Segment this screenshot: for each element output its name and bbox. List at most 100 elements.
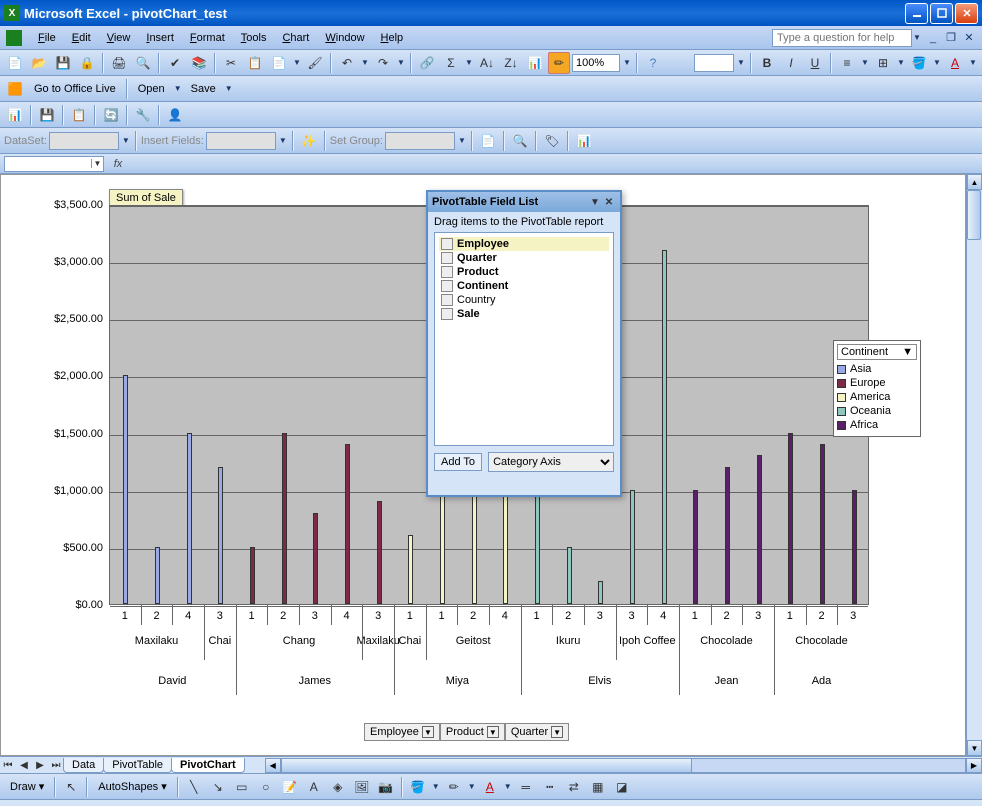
line-style-button[interactable]: ═ [515, 776, 537, 798]
undo-button[interactable]: ↶ [336, 52, 358, 74]
copy-button[interactable]: 📋 [244, 52, 266, 74]
bar[interactable] [535, 490, 540, 604]
field-item-quarter[interactable]: Quarter [439, 251, 609, 265]
bar[interactable] [662, 250, 667, 604]
pv-btn-1[interactable]: 📄 [477, 130, 499, 152]
research-button[interactable]: 📚 [188, 52, 210, 74]
bar[interactable] [345, 444, 350, 604]
line-color-dropdown[interactable]: ▼ [467, 782, 477, 791]
textbox-button[interactable]: 📝 [279, 776, 301, 798]
pv-btn-2[interactable]: 🔍 [509, 130, 531, 152]
menu-view[interactable]: View [99, 29, 139, 47]
custom-btn-6[interactable]: 👤 [164, 104, 186, 126]
name-box[interactable]: ▼ [4, 156, 104, 172]
pv-btn-4[interactable]: 📊 [573, 130, 595, 152]
bar[interactable] [693, 490, 698, 604]
legend-item[interactable]: Europe [837, 377, 917, 389]
olive-open-button[interactable]: Open [132, 83, 171, 95]
font-size-dropdown[interactable]: ▼ [736, 58, 746, 67]
undo-dropdown[interactable]: ▼ [360, 58, 370, 67]
set-group-input[interactable] [385, 132, 455, 150]
underline-button[interactable]: U [804, 52, 826, 74]
hscroll-right[interactable]: ▶ [966, 758, 982, 773]
new-button[interactable]: 📄 [4, 52, 26, 74]
drawing-button[interactable]: ✏ [548, 52, 570, 74]
custom-btn-3[interactable]: 📋 [68, 104, 90, 126]
arrow-style-button[interactable]: ⇄ [563, 776, 585, 798]
bar[interactable] [757, 455, 762, 604]
menu-tools[interactable]: Tools [233, 29, 275, 47]
field-item-employee[interactable]: Employee [439, 237, 609, 251]
field-item-country[interactable]: Country [439, 293, 609, 307]
close-button[interactable] [955, 3, 978, 24]
paste-dropdown[interactable]: ▼ [292, 58, 302, 67]
insert-dropdown[interactable]: ▼ [278, 136, 288, 145]
hscroll-track[interactable] [281, 758, 966, 773]
hyperlink-button[interactable]: 🔗 [416, 52, 438, 74]
bar[interactable] [788, 433, 793, 604]
font-color-button-draw[interactable]: A [479, 776, 501, 798]
drop-field-employee[interactable]: Employee▼ [364, 723, 440, 741]
field-list-box[interactable]: EmployeeQuarterProductContinentCountrySa… [434, 232, 614, 446]
menu-help[interactable]: Help [373, 29, 412, 47]
borders-button[interactable]: ⊞ [872, 52, 894, 74]
maximize-button[interactable] [930, 3, 953, 24]
bar[interactable] [155, 547, 160, 604]
bar[interactable] [313, 513, 318, 604]
bar[interactable] [123, 375, 128, 604]
insert-fields-input[interactable] [206, 132, 276, 150]
field-item-continent[interactable]: Continent [439, 279, 609, 293]
menu-insert[interactable]: Insert [138, 29, 182, 47]
name-box-dropdown-icon[interactable]: ▼ [91, 159, 103, 168]
fill-color-button-draw[interactable]: 🪣 [407, 776, 429, 798]
sheet-tab-pivottable[interactable]: PivotTable [103, 758, 172, 773]
fill-color-button[interactable]: 🪣 [908, 52, 930, 74]
spelling-button[interactable]: ✔ [164, 52, 186, 74]
bar[interactable] [725, 467, 730, 604]
mdi-restore-button[interactable]: ❐ [944, 31, 958, 45]
field-list-header[interactable]: PivotTable Field List ▼ ✕ [428, 192, 620, 212]
field-list-close-icon[interactable]: ✕ [602, 195, 616, 209]
wordart-button[interactable]: A [303, 776, 325, 798]
drop-field-product[interactable]: Product▼ [440, 723, 505, 741]
zoom-input[interactable] [572, 54, 620, 72]
help-dropdown-icon[interactable]: ▼ [912, 33, 922, 42]
autosum-dropdown[interactable]: ▼ [464, 58, 474, 67]
drop-field-arrow-icon[interactable]: ▼ [422, 726, 434, 738]
legend-item[interactable]: Africa [837, 419, 917, 431]
bar[interactable] [503, 490, 508, 604]
field-list-options-icon[interactable]: ▼ [588, 195, 602, 209]
custom-btn-1[interactable]: 📊 [4, 104, 26, 126]
tab-nav-next[interactable]: ▶ [32, 757, 48, 773]
bar[interactable] [218, 467, 223, 604]
mdi-minimize-button[interactable]: _ [926, 31, 940, 45]
menu-edit[interactable]: Edit [64, 29, 99, 47]
picture-button[interactable]: 📷 [375, 776, 397, 798]
font-size-input[interactable] [694, 54, 734, 72]
dataset-dropdown[interactable]: ▼ [121, 136, 131, 145]
bar[interactable] [377, 501, 382, 604]
sort-asc-button[interactable]: A↓ [476, 52, 498, 74]
add-to-button[interactable]: Add To [434, 453, 482, 471]
hscroll-left[interactable]: ◀ [265, 758, 281, 773]
olive-save-dropdown[interactable]: ▼ [224, 84, 234, 93]
menu-window[interactable]: Window [317, 29, 372, 47]
legend-title-row[interactable]: Continent ▼ [837, 344, 917, 360]
clipart-button[interactable]: 🖼 [351, 776, 373, 798]
draw-menu[interactable]: Draw ▾ [4, 780, 50, 793]
bar[interactable] [250, 547, 255, 604]
help-button[interactable]: ? [642, 52, 664, 74]
help-search-input[interactable] [772, 29, 912, 47]
fill-dropdown[interactable]: ▼ [932, 58, 942, 67]
chart-wizard-button[interactable]: 📊 [524, 52, 546, 74]
olive-save-button[interactable]: Save [185, 83, 222, 95]
line-button[interactable]: ╲ [183, 776, 205, 798]
drop-field-arrow-icon[interactable]: ▼ [487, 726, 499, 738]
menu-format[interactable]: Format [182, 29, 233, 47]
mdi-close-button[interactable]: ✕ [962, 31, 976, 45]
print-preview-button[interactable]: 🔍 [132, 52, 154, 74]
go-to-office-live-button[interactable]: Go to Office Live [28, 83, 122, 95]
olive-open-dropdown[interactable]: ▼ [173, 84, 183, 93]
arrow-button[interactable]: ↘ [207, 776, 229, 798]
tab-nav-last[interactable]: ⏭ [48, 757, 64, 773]
